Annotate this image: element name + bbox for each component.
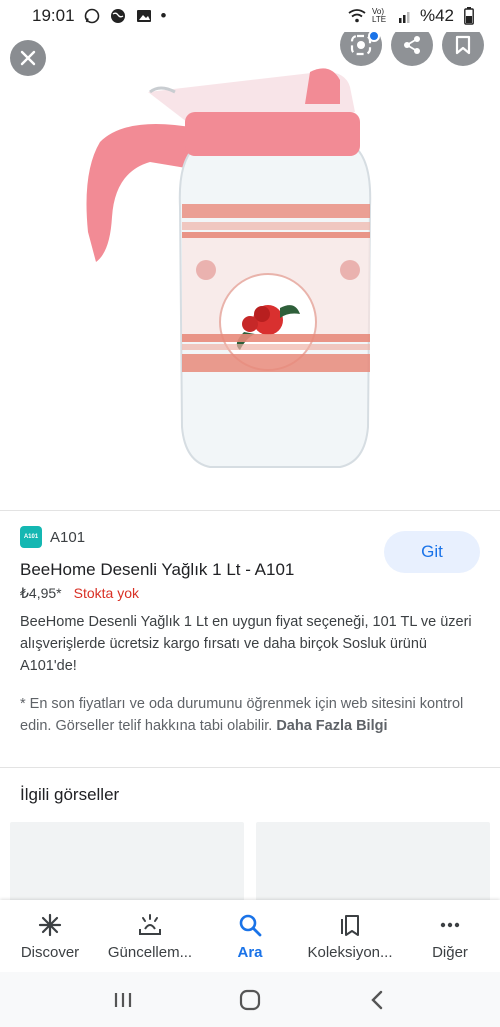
share-icon <box>404 36 420 54</box>
status-time: 19:01 <box>32 6 75 25</box>
search-icon <box>237 912 263 938</box>
lens-badge <box>368 32 380 42</box>
recents-icon <box>115 992 132 1007</box>
nav-discover[interactable]: Discover <box>0 900 100 972</box>
disclaimer: * En son fiyatları ve oda durumunu öğren… <box>20 693 480 737</box>
stock-status: Stokta yok <box>73 585 139 601</box>
back-button[interactable] <box>357 980 397 1020</box>
nav-label: Güncellem... <box>107 943 193 961</box>
disclaimer-text: * En son fiyatları ve oda durumunu öğren… <box>20 696 464 734</box>
close-icon <box>20 50 36 66</box>
bookmark-icon <box>455 35 471 55</box>
whatsapp-icon <box>83 7 101 25</box>
image-viewer <box>0 32 500 510</box>
source-name: A101 <box>50 528 86 546</box>
signal-icon <box>396 7 414 25</box>
nav-more[interactable]: Diğer <box>400 900 500 972</box>
related-images-title: İlgili görseller <box>20 785 120 804</box>
status-dot: • <box>160 6 167 25</box>
home-icon <box>239 989 261 1010</box>
product-title[interactable]: BeeHome Desenli Yağlık 1 Lt - A101 <box>20 560 294 580</box>
asterisk-icon <box>37 912 63 938</box>
globe-icon <box>109 7 127 25</box>
divider <box>0 767 500 768</box>
nav-search[interactable]: Ara <box>200 900 300 972</box>
nav-label: Discover <box>20 943 80 961</box>
price-row: ₺4,95* Stokta yok <box>20 585 139 602</box>
more-icon <box>437 912 463 938</box>
nav-updates[interactable]: Güncellem... <box>100 900 200 972</box>
back-icon <box>370 990 382 1009</box>
recents-button[interactable] <box>103 980 143 1020</box>
visit-button[interactable]: Git <box>384 531 480 573</box>
bottom-nav: Discover Güncellem... Ara Koleksiyon... … <box>0 900 500 972</box>
close-button[interactable] <box>10 40 46 76</box>
network-label: Vo) LTE <box>371 7 387 24</box>
divider <box>0 510 500 511</box>
related-image[interactable] <box>256 822 490 902</box>
wifi-icon <box>348 7 366 25</box>
source-logo: A101 <box>20 526 42 548</box>
related-image[interactable] <box>10 822 244 902</box>
home-button[interactable] <box>230 980 270 1020</box>
nav-label: Koleksiyon... <box>307 943 393 961</box>
nav-collections[interactable]: Koleksiyon... <box>300 900 400 972</box>
product-description: BeeHome Desenli Yağlık 1 Lt en uygun fiy… <box>20 614 472 674</box>
nav-label: Diğer <box>432 943 468 961</box>
collections-icon <box>337 912 363 938</box>
battery-icon <box>460 7 478 25</box>
nav-label: Ara <box>237 943 263 961</box>
battery-percent: %42 <box>419 6 454 25</box>
price: ₺4,95* <box>20 585 62 601</box>
updates-icon <box>137 912 163 938</box>
status-bar: 19:01 • Vo) LTE %42 <box>0 0 500 32</box>
product-image <box>86 68 372 468</box>
source-row[interactable]: A101 A101 <box>20 526 85 548</box>
more-info-link[interactable]: Daha Fazla Bilgi <box>276 718 387 734</box>
system-nav <box>0 972 500 1027</box>
gallery-icon <box>135 7 153 25</box>
